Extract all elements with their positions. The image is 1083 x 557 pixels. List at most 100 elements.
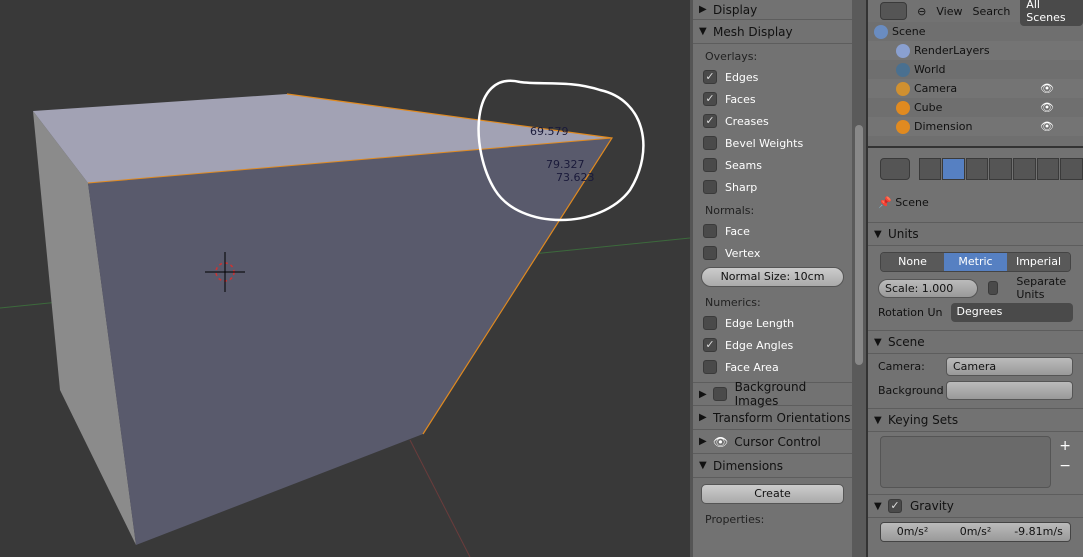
add-icon[interactable]: + [1059,436,1071,456]
panel-background-images[interactable]: ▶ Background Images [693,380,852,408]
panel-scene[interactable]: ▼ Scene [868,330,1083,354]
checkbox-box[interactable] [703,158,717,172]
checkbox-label: Edges [725,70,759,84]
outliner-item-renderlayers[interactable]: RenderLayers [868,41,1083,60]
dimension-icon [896,119,910,134]
outliner-item-world[interactable]: World [868,60,1083,79]
rotation-units-dropdown[interactable]: Degrees [950,302,1073,322]
checkbox-edge-angles[interactable]: ✓ Edge Angles [693,334,852,356]
unit-system-selector[interactable]: None Metric Imperial [880,252,1071,272]
scrollbar-thumb[interactable] [855,125,863,365]
gravity-field[interactable]: 0m/s² [944,523,1007,541]
checkbox-box[interactable]: ✓ [703,114,717,128]
checkbox-box[interactable] [703,224,717,238]
renderlayers-icon [896,43,910,58]
checkbox-edge-length[interactable]: Edge Length [693,312,852,334]
background-field[interactable] [946,380,1073,400]
checkbox-seams[interactable]: Seams [693,154,852,176]
panel-units[interactable]: ▼ Units [868,222,1083,246]
panel-label: Dimensions [713,458,784,473]
checkbox-box[interactable]: ✓ [703,92,717,106]
checkbox-box[interactable]: ✓ [703,338,717,352]
unit-option-metric[interactable]: Metric [944,253,1007,271]
rotation-units-label: Rotation Un [878,305,943,319]
remove-icon[interactable]: − [1059,456,1071,476]
camera-field[interactable]: Camera [946,356,1073,376]
edge-angle-label: 69.579 [530,125,569,138]
scene-icon [874,24,888,39]
normals-label: Normals: [705,204,755,217]
panel-label: Scene [888,335,925,349]
world-tab[interactable] [965,158,989,180]
right-panels: ⊖ View Search All Scenes Scene RenderLayers W… [866,0,1083,557]
scene-tab[interactable] [942,158,965,180]
cube-front-face [88,138,612,545]
checkbox-label: Face Area [725,360,779,374]
panel-transform-orientations[interactable]: ▶ Transform Orientations [693,406,852,430]
panel-label: Background Images [734,380,807,408]
separate-units-checkbox[interactable] [988,281,999,295]
tool-panel-scrollbar[interactable] [852,0,866,557]
outliner-item-camera[interactable]: Camera 👁 [868,79,1083,98]
editor-type-button[interactable] [880,2,908,20]
outliner-item-cube[interactable]: Cube 👁 [868,98,1083,117]
cube-icon [896,100,910,115]
checkbox-box[interactable]: ✓ [703,70,717,84]
y-axis-line [409,439,471,557]
create-button[interactable]: Create [701,484,844,504]
eye-icon[interactable]: 👁 [1040,82,1054,95]
eye-icon: 👁 [713,434,729,449]
edge-angle-label: 73.623 [556,171,595,184]
panel-display[interactable]: ▶ Display [693,0,852,20]
checkbox-box[interactable] [703,136,717,150]
checkbox-sharp[interactable]: Sharp [693,176,852,198]
gravity-checkbox[interactable]: ✓ [888,499,902,513]
checkbox-box[interactable] [703,180,717,194]
checkbox-label: Edge Length [725,316,795,330]
keying-sets-list[interactable] [880,436,1052,488]
panel-label: Transform Orientations [713,410,851,425]
item-label: Scene [892,25,926,38]
checkbox-vertex[interactable]: Vertex [693,242,852,264]
scale-field[interactable]: Scale: 1.000 [878,278,978,298]
search-menu[interactable]: Search [973,5,1011,18]
panel-cursor-control[interactable]: ▶ 👁 Cursor Control [693,430,852,454]
checkbox-face-area[interactable]: Face Area [693,356,852,378]
modifiers-tab[interactable] [1036,158,1060,180]
eye-icon[interactable]: 👁 [1040,120,1054,133]
object-tab[interactable] [989,158,1013,180]
view-menu[interactable]: View [936,5,962,18]
checkbox-face[interactable]: Face [693,220,852,242]
checkbox-faces[interactable]: ✓ Faces [693,88,852,110]
checkbox[interactable] [712,387,727,401]
checkbox-box[interactable] [703,360,717,374]
checkbox-edges[interactable]: ✓ Edges [693,66,852,88]
unit-option-imperial[interactable]: Imperial [1007,253,1070,271]
gravity-field[interactable]: -9.81m/s [1007,523,1070,541]
pin-icon[interactable]: 📌 [878,196,892,209]
checkbox-box[interactable] [703,246,717,260]
outliner-item-dimension[interactable]: Dimension 👁 [868,117,1083,136]
render-tab[interactable] [918,158,942,180]
panel-gravity[interactable]: ▼ ✓ Gravity [868,494,1083,518]
panel-label: Mesh Display [713,24,793,39]
data-tab[interactable] [1060,158,1083,180]
item-label: RenderLayers [914,44,990,57]
checkbox-box[interactable] [703,316,717,330]
outliner-item-scene[interactable]: Scene [868,22,1083,41]
checkbox-creases[interactable]: ✓ Creases [693,110,852,132]
gravity-fields[interactable]: 0m/s² 0m/s² -9.81m/s [880,522,1071,542]
panel-keying-sets[interactable]: ▼ Keying Sets [868,408,1083,432]
normal-size-field[interactable]: Normal Size: 10cm [701,267,844,287]
panel-dimensions[interactable]: ▼ Dimensions [693,454,852,478]
checkbox-bevel-weights[interactable]: Bevel Weights [693,132,852,154]
panel-mesh-display[interactable]: ▼ Mesh Display [693,20,852,44]
eye-icon[interactable]: 👁 [1040,101,1054,114]
constraints-tab[interactable] [1013,158,1036,180]
collapse-icon[interactable]: ⊖ [917,5,926,18]
gravity-field[interactable]: 0m/s² [881,523,944,541]
editor-type-button[interactable] [880,158,910,180]
3d-viewport[interactable]: 69.579 79.327 73.623 [0,0,690,557]
unit-option-none[interactable]: None [881,253,944,271]
numerics-label: Numerics: [705,296,761,309]
